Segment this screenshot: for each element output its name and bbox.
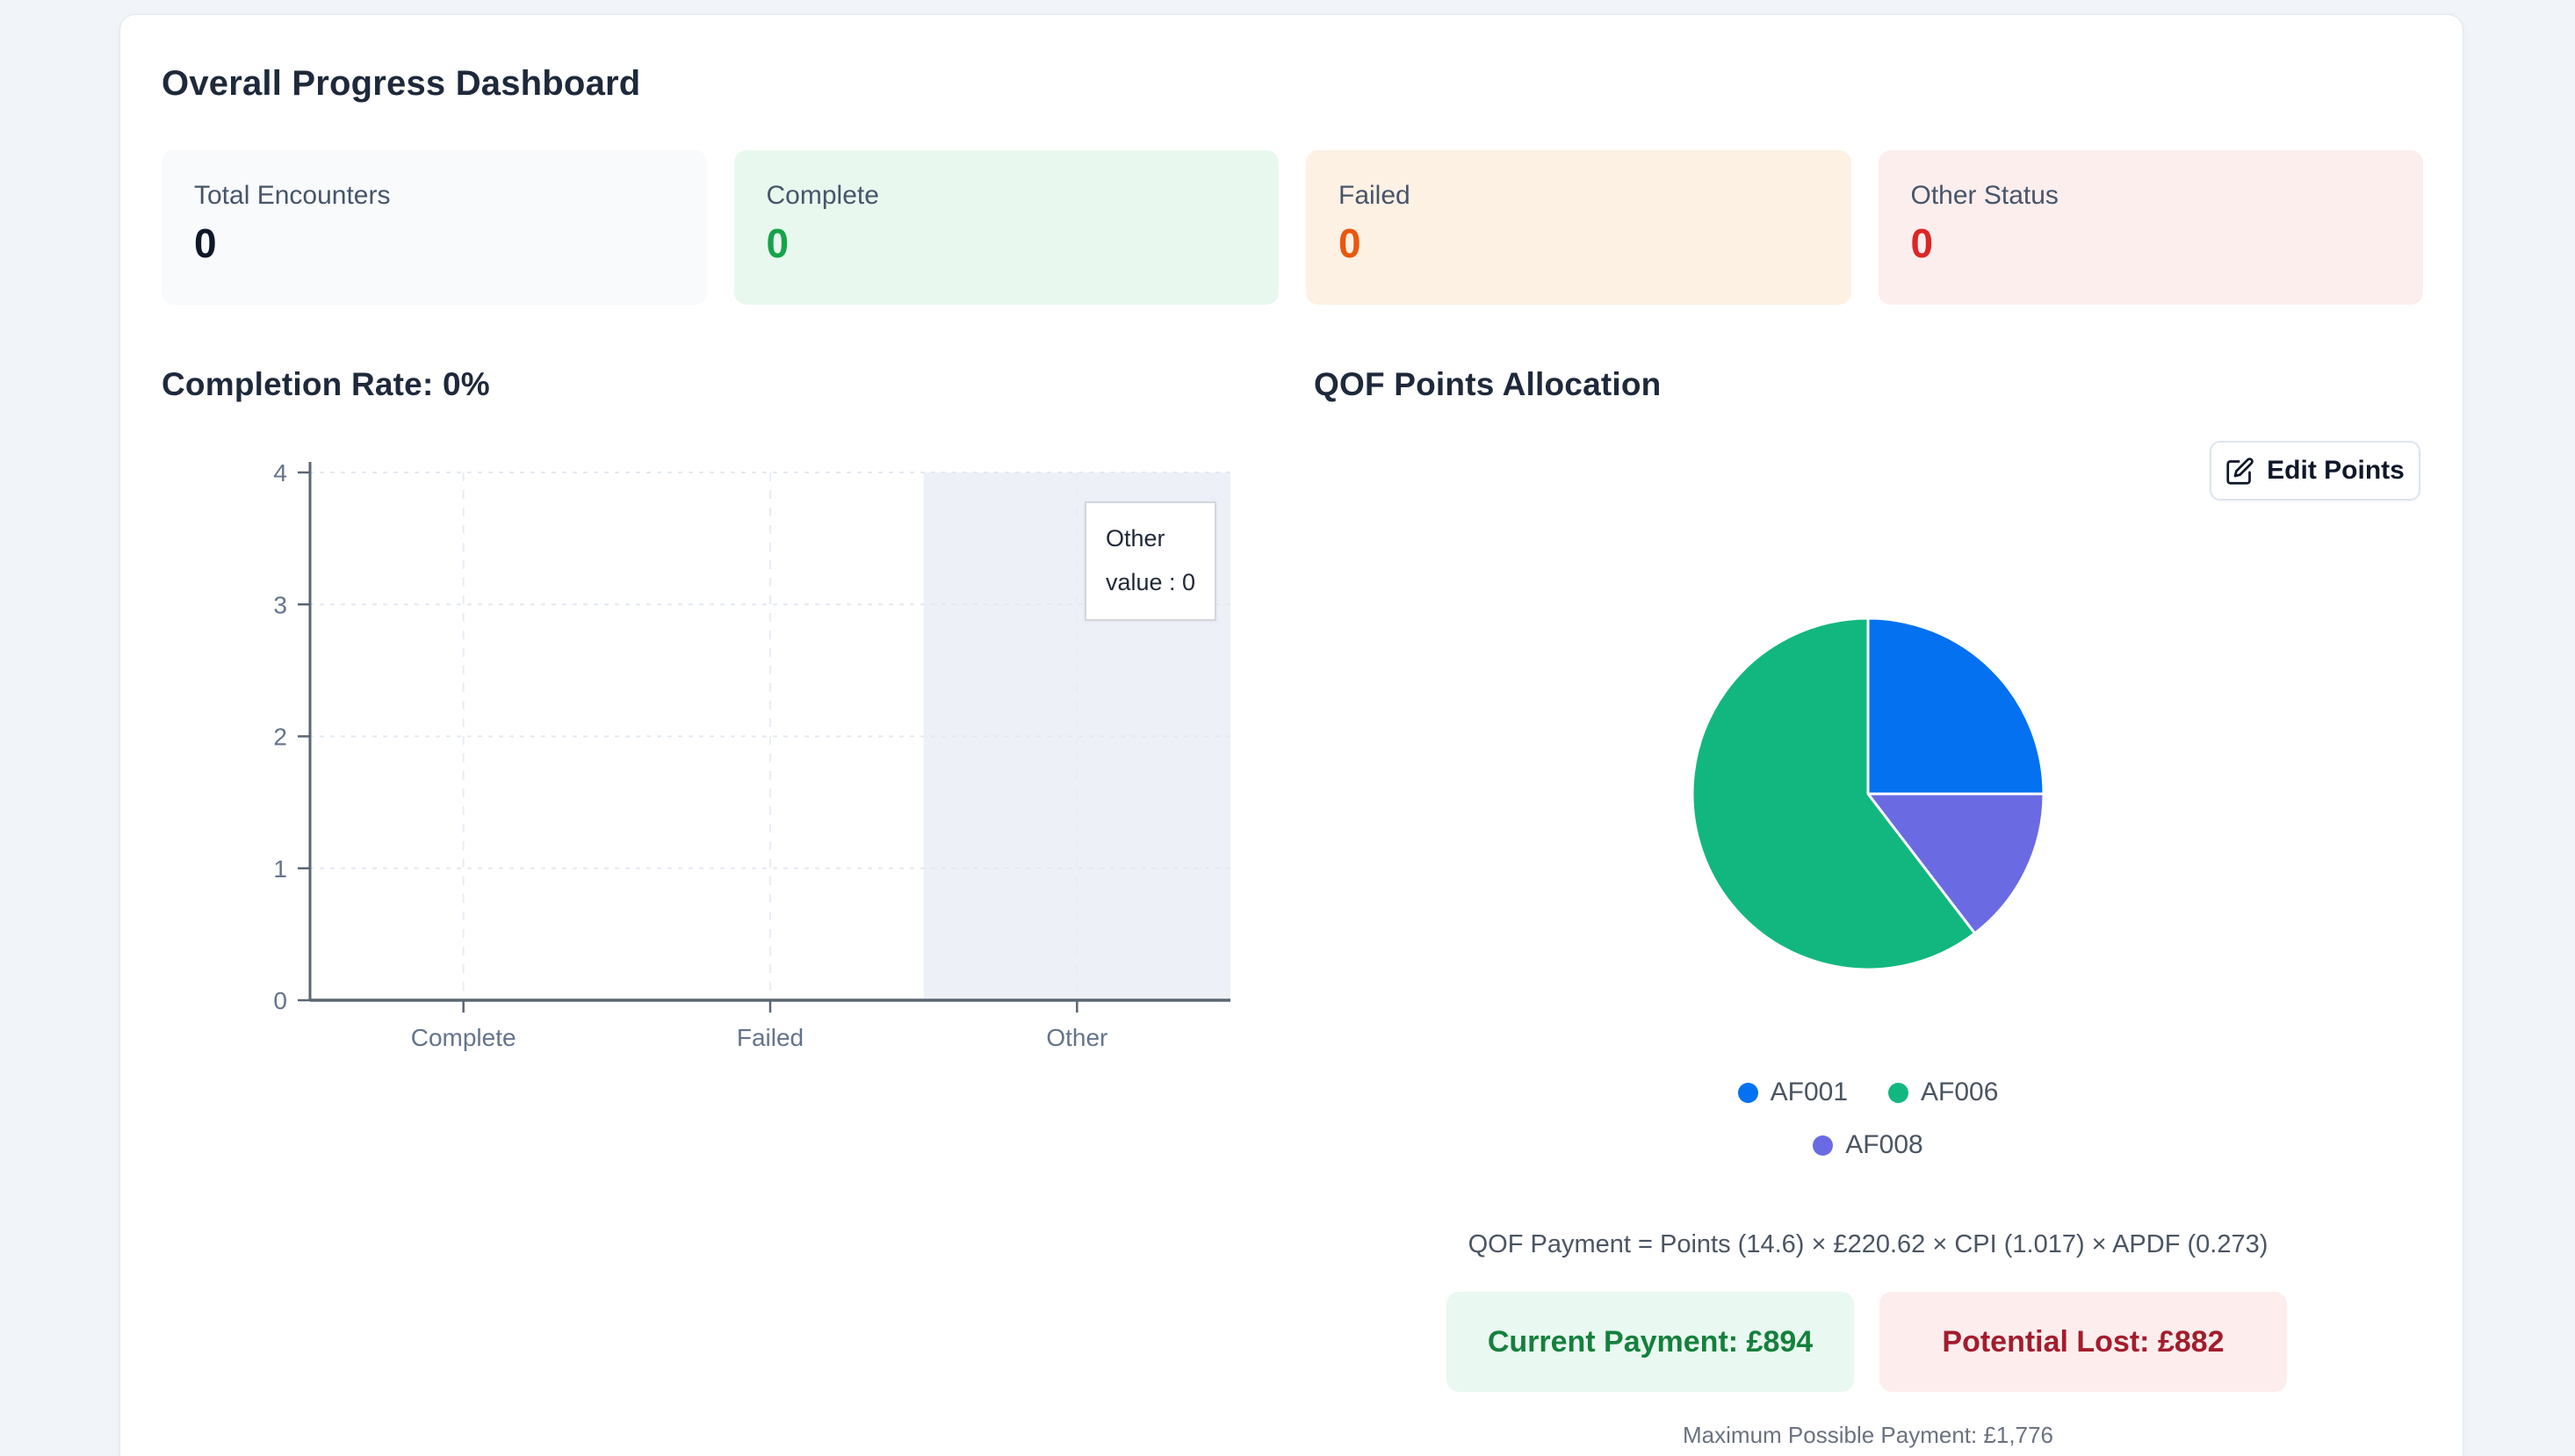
max-payment-text: Maximum Possible Payment: £1,776 <box>1683 1422 2053 1448</box>
x-category-label: Other <box>1046 1024 1107 1051</box>
legend-dot-af006 <box>1888 1082 1908 1103</box>
pie-legend: AF001 AF006 AF008 <box>1314 1078 2422 1160</box>
y-tick-label: 3 <box>273 591 287 618</box>
y-tick-label: 1 <box>273 855 287 883</box>
legend-item-af006[interactable]: AF006 <box>1888 1078 1998 1107</box>
legend-dot-af008 <box>1813 1135 1834 1156</box>
stat-card-other-status: Other Status 0 <box>1878 150 2423 305</box>
edit-points-label: Edit Points <box>2267 456 2405 485</box>
stat-label: Failed <box>1338 181 1410 210</box>
stat-value: 0 <box>1910 220 1934 266</box>
legend-row: AF001 AF006 <box>1737 1078 1998 1107</box>
legend-row: AF008 <box>1813 1130 1923 1160</box>
potential-lost-badge: Potential Lost: £882 <box>1879 1292 2287 1392</box>
legend-label: AF008 <box>1845 1130 1923 1159</box>
legend-item-af008[interactable]: AF008 <box>1813 1130 1923 1160</box>
y-tick-label: 4 <box>273 459 287 487</box>
qof-pie-chart[interactable] <box>1684 609 2052 978</box>
edit-pencil-icon <box>2226 457 2254 485</box>
dashboard-card: Overall Progress Dashboard Total Encount… <box>119 14 2463 1456</box>
chart-tooltip: Other value : 0 <box>1085 501 1217 621</box>
stat-value: 0 <box>1338 220 1361 266</box>
qof-payment-formula: QOF Payment = Points (14.6) × £220.62 × … <box>1468 1230 2268 1258</box>
legend-item-af001[interactable]: AF001 <box>1737 1078 1848 1107</box>
y-tick-label: 0 <box>273 987 287 1014</box>
y-tick-label: 2 <box>273 724 287 751</box>
stat-label: Other Status <box>1910 181 2059 210</box>
legend-label: AF001 <box>1770 1078 1848 1106</box>
legend-dot-af001 <box>1737 1082 1758 1103</box>
edit-points-button[interactable]: Edit Points <box>2210 441 2420 501</box>
tooltip-value: value : 0 <box>1106 568 1196 595</box>
pie-slice-af001[interactable] <box>1866 616 2045 796</box>
x-category-label: Failed <box>737 1024 804 1051</box>
legend-label: AF006 <box>1921 1078 1999 1106</box>
tooltip-category: Other <box>1106 525 1165 551</box>
current-payment-badge: Current Payment: £894 <box>1446 1292 1854 1392</box>
x-category-label: Complete <box>411 1024 516 1051</box>
